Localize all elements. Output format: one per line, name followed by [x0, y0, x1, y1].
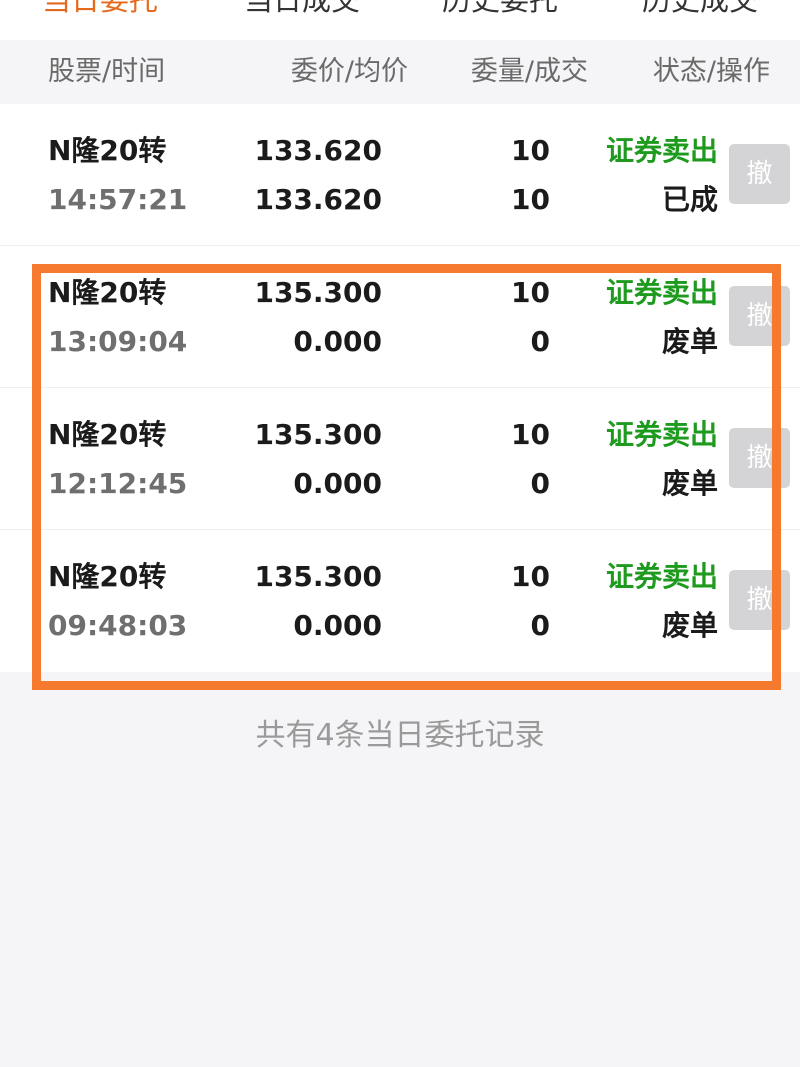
- cancel-button[interactable]: 撤: [729, 144, 790, 204]
- tab-history-trades[interactable]: 历史成交: [642, 0, 758, 18]
- filled-quantity: 0: [530, 609, 550, 642]
- order-quantity: 10: [511, 418, 550, 451]
- order-quantity: 10: [511, 134, 550, 167]
- tab-today-orders[interactable]: 当日委托: [42, 0, 158, 18]
- column-qty-filled: 委量/成交: [470, 56, 588, 87]
- filled-quantity: 0: [530, 325, 550, 358]
- order-status: 废单: [661, 609, 718, 642]
- order-status: 已成: [661, 183, 718, 216]
- order-time: 13:09:04: [48, 325, 188, 358]
- order-price: 135.300: [254, 418, 382, 451]
- order-time: 14:57:21: [48, 183, 188, 216]
- column-stock-time: 股票/时间: [48, 56, 166, 87]
- average-price: 133.620: [254, 183, 382, 216]
- cancel-button[interactable]: 撤: [729, 428, 790, 488]
- order-time: 09:48:03: [48, 609, 188, 642]
- order-status: 废单: [661, 467, 718, 500]
- column-price-avg: 委价/均价: [290, 56, 408, 87]
- column-header: 股票/时间 委价/均价 委量/成交 状态/操作: [0, 40, 800, 104]
- order-status: 废单: [661, 325, 718, 358]
- tab-bar: 当日委托 当日成交 历史委托 历史成交: [0, 0, 800, 40]
- average-price: 0.000: [293, 609, 382, 642]
- stock-name: N隆20转: [48, 418, 167, 451]
- average-price: 0.000: [293, 467, 382, 500]
- filled-quantity: 10: [511, 183, 550, 216]
- order-row[interactable]: N隆20转 09:48:03 135.300 0.000 10 0 证券卖出 废…: [0, 530, 800, 672]
- order-side: 证券卖出: [605, 276, 718, 309]
- stock-name: N隆20转: [48, 560, 167, 593]
- stock-name: N隆20转: [48, 276, 167, 309]
- tab-history-orders[interactable]: 历史委托: [442, 0, 558, 18]
- order-price: 135.300: [254, 276, 382, 309]
- tab-today-trades[interactable]: 当日成交: [244, 0, 360, 18]
- order-row[interactable]: N隆20转 13:09:04 135.300 0.000 10 0 证券卖出 废…: [0, 246, 800, 388]
- order-quantity: 10: [511, 276, 550, 309]
- order-quantity: 10: [511, 560, 550, 593]
- order-row[interactable]: N隆20转 12:12:45 135.300 0.000 10 0 证券卖出 废…: [0, 388, 800, 530]
- order-price: 135.300: [254, 560, 382, 593]
- order-price: 133.620: [254, 134, 382, 167]
- order-side: 证券卖出: [605, 134, 718, 167]
- column-status-action: 状态/操作: [652, 56, 770, 87]
- order-time: 12:12:45: [48, 467, 188, 500]
- order-side: 证券卖出: [605, 418, 718, 451]
- cancel-button[interactable]: 撤: [729, 570, 790, 630]
- order-count-summary: 共有4条当日委托记录: [255, 718, 545, 753]
- order-list: N隆20转 14:57:21 133.620 133.620 10 10 证券卖…: [0, 104, 800, 672]
- order-side: 证券卖出: [605, 560, 718, 593]
- stock-name: N隆20转: [48, 134, 167, 167]
- filled-quantity: 0: [530, 467, 550, 500]
- cancel-button[interactable]: 撤: [729, 286, 790, 346]
- order-row[interactable]: N隆20转 14:57:21 133.620 133.620 10 10 证券卖…: [0, 104, 800, 246]
- average-price: 0.000: [293, 325, 382, 358]
